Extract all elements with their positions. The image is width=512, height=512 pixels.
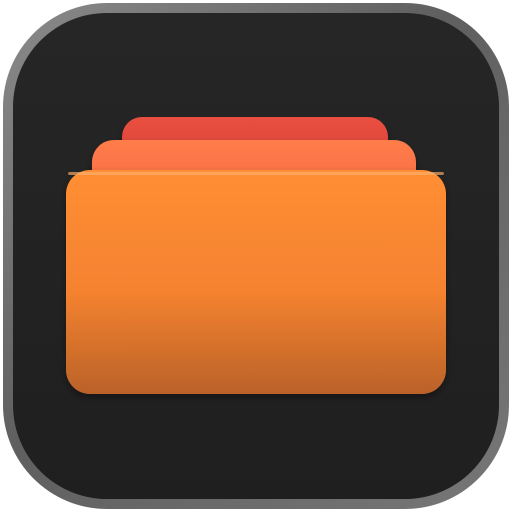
front-card-highlight: [68, 172, 444, 175]
app-icon: [0, 0, 512, 512]
stacked-folders-icon: [0, 0, 512, 512]
front-card: [66, 170, 446, 394]
